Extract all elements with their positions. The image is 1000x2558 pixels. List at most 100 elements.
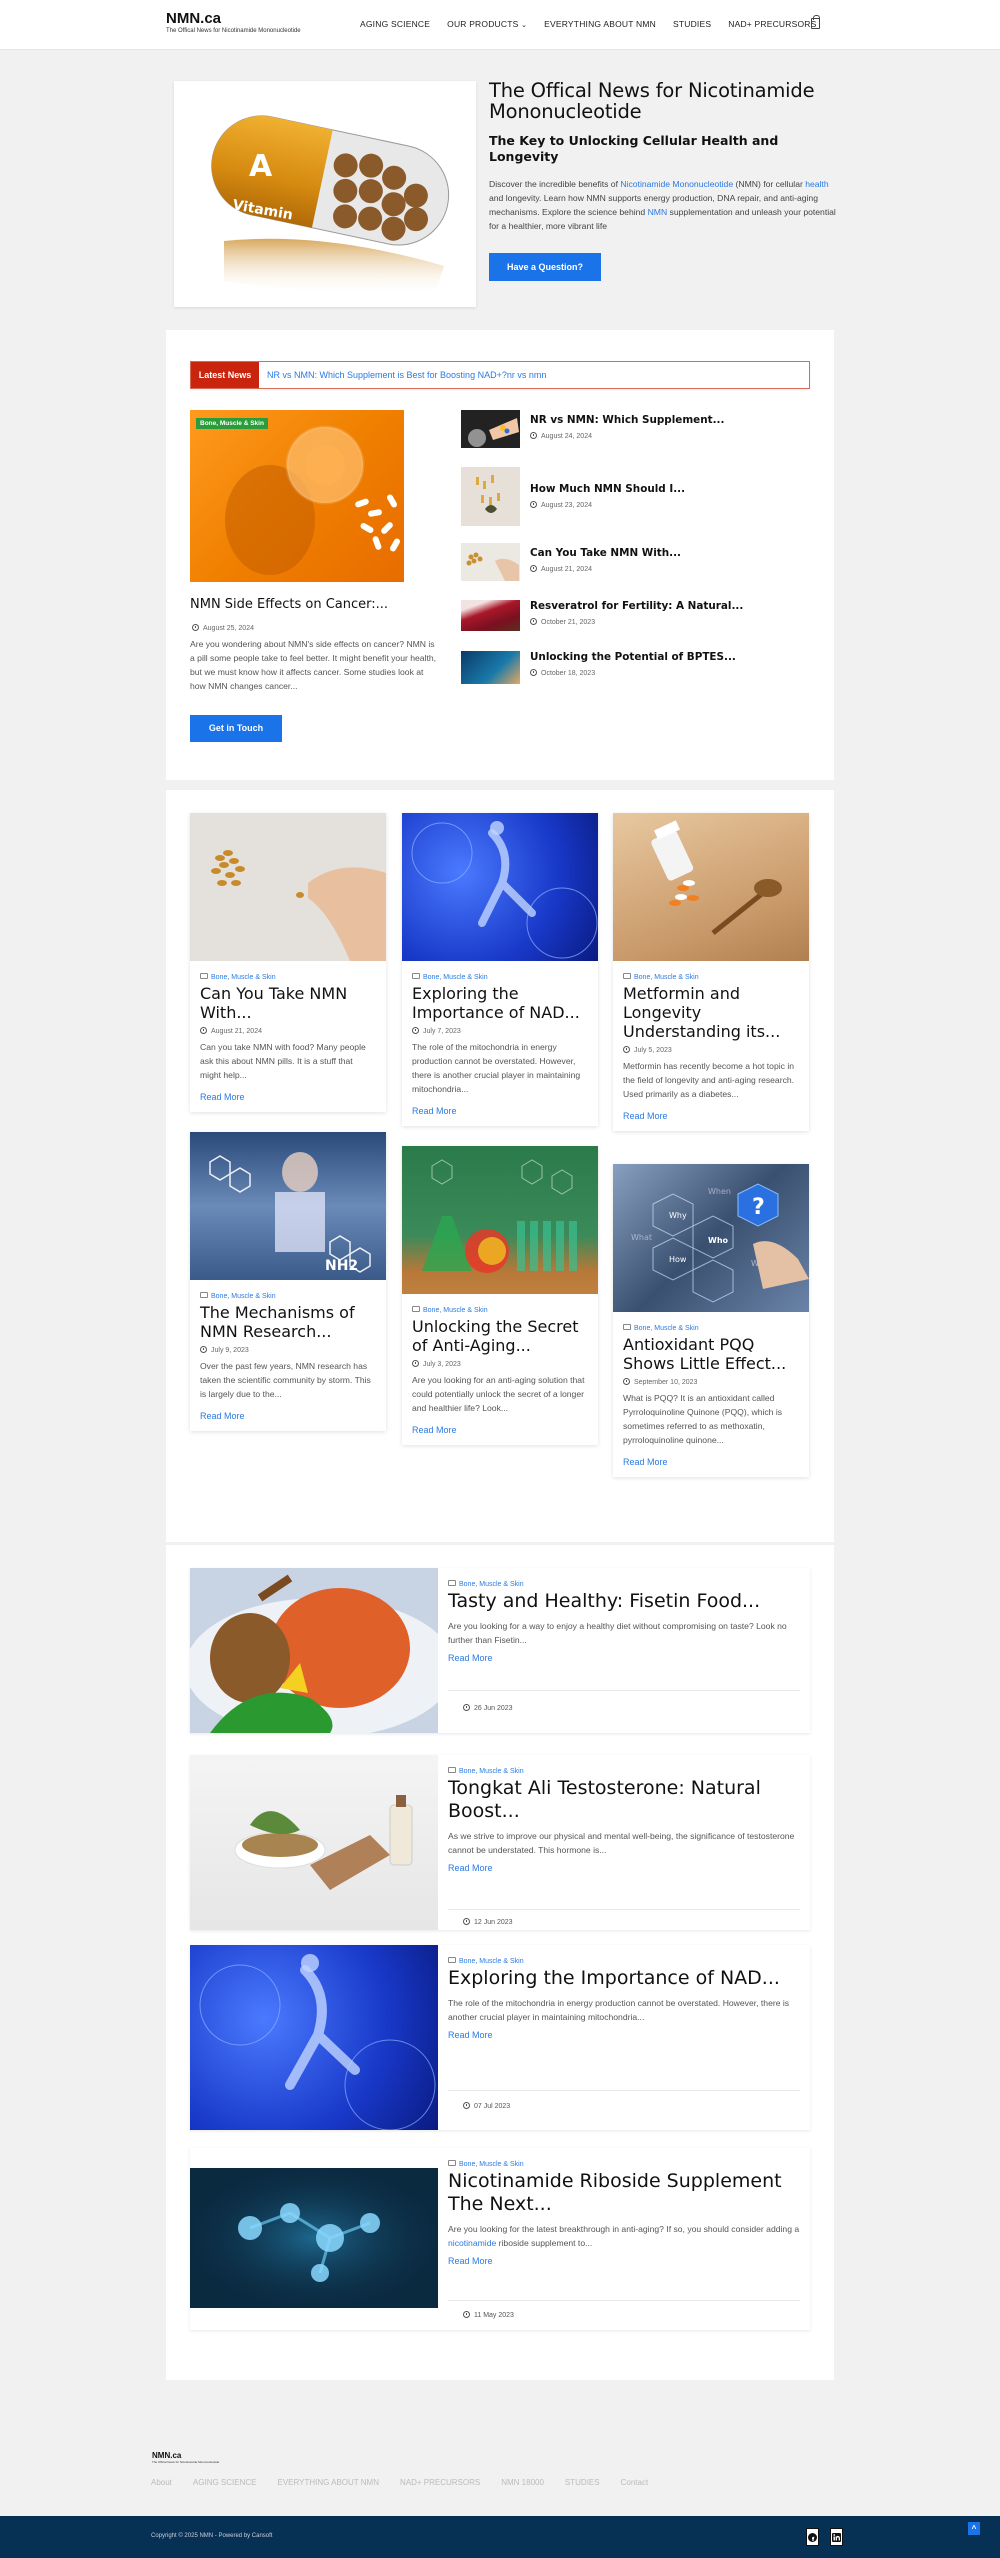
nav-nad-precursors[interactable]: NAD+ PRECURSORS	[728, 19, 816, 29]
clock-icon	[200, 1346, 207, 1353]
featured-title[interactable]: NMN Side Effects on Cancer:...	[190, 597, 388, 612]
post-image[interactable]	[190, 1755, 438, 1930]
read-more-link[interactable]: Read More	[448, 2256, 800, 2266]
post-title[interactable]: Exploring the Importance of NAD...	[448, 1967, 800, 1990]
read-more-link[interactable]: Read More	[448, 1653, 800, 1663]
have-a-question-button[interactable]: Have a Question?	[489, 253, 601, 281]
side-title: Unlocking the Potential of BPTES...	[530, 651, 736, 663]
read-more-link[interactable]: Read More	[448, 1863, 800, 1873]
nav-our-products[interactable]: OUR PRODUCTS ⌄	[447, 19, 527, 29]
read-more-link[interactable]: Read More	[448, 2030, 800, 2040]
clock-icon	[463, 2311, 470, 2318]
ticker-link[interactable]: NR vs NMN: Which Supplement is Best for …	[267, 370, 546, 380]
site-logo[interactable]: NMN.ca The Offical News for Nicotinamide…	[166, 11, 301, 35]
side-news-item[interactable]: Unlocking the Potential of BPTES... Octob…	[461, 651, 736, 684]
word-when: When	[708, 1187, 731, 1196]
clock-icon	[623, 1378, 630, 1385]
post-category[interactable]: Bone, Muscle & Skin	[200, 1292, 376, 1300]
side-news-item[interactable]: Can You Take NMN With... August 21, 2024	[461, 543, 681, 581]
footer-logo[interactable]: NMN.ca The Offical News for Nicotinamide…	[152, 2452, 219, 2465]
side-date: August 23, 2024	[530, 501, 685, 509]
footer-link-nad-precursors[interactable]: NAD+ PRECURSORS	[400, 2478, 480, 2487]
nav-aging-science[interactable]: AGING SCIENCE	[360, 19, 430, 29]
post-date-text: July 5, 2023	[634, 1047, 672, 1054]
post-date: 07 Jul 2023	[463, 2102, 510, 2110]
clock-icon	[530, 501, 537, 508]
get-in-touch-button[interactable]: Get in Touch	[190, 715, 282, 742]
linkedin-icon[interactable]	[830, 2528, 843, 2546]
post-image[interactable]: NH2	[190, 1132, 386, 1280]
post-category[interactable]: Bone, Muscle & Skin	[448, 1767, 800, 1775]
folder-icon	[200, 1292, 208, 1298]
featured-excerpt: Are you wondering about NMN's side effec…	[190, 639, 437, 691]
post-category[interactable]: Bone, Muscle & Skin	[623, 973, 799, 981]
post-image[interactable]	[190, 813, 386, 961]
folder-icon	[448, 1957, 456, 1963]
side-news-item[interactable]: Resveratrol for Fertility: A Natural... O…	[461, 600, 743, 631]
post-image[interactable]	[190, 1945, 438, 2130]
footer-link-contact[interactable]: Contact	[621, 2478, 649, 2487]
post-category-label: Bone, Muscle & Skin	[211, 1293, 276, 1300]
post-image[interactable]	[402, 813, 598, 961]
facebook-icon[interactable]	[806, 2528, 819, 2546]
category-badge[interactable]: Bone, Muscle & Skin	[196, 418, 268, 429]
post-category[interactable]: Bone, Muscle & Skin	[448, 1580, 800, 1588]
read-more-link[interactable]: Read More	[412, 1425, 588, 1435]
post-category[interactable]: Bone, Muscle & Skin	[623, 1324, 799, 1332]
post-title[interactable]: Metformin and Longevity Understanding it…	[623, 984, 799, 1041]
post-category[interactable]: Bone, Muscle & Skin	[200, 973, 376, 981]
side-date: August 21, 2024	[530, 565, 681, 573]
post-row: Bone, Muscle & Skin Nicotinamide Ribosid…	[190, 2148, 810, 2330]
post-title[interactable]: Tongkat Ali Testosterone: Natural Boost.…	[448, 1777, 800, 1823]
nav-everything-about-nmn[interactable]: EVERYTHING ABOUT NMN	[544, 19, 656, 29]
post-category[interactable]: Bone, Muscle & Skin	[448, 2160, 800, 2168]
read-more-link[interactable]: Read More	[623, 1457, 799, 1467]
side-thumb-image	[461, 651, 520, 684]
side-news-item[interactable]: NR vs NMN: Which Supplement... August 24,…	[461, 410, 724, 448]
post-title[interactable]: Exploring the Importance of NAD...	[412, 984, 588, 1022]
read-more-link[interactable]: Read More	[623, 1111, 799, 1121]
post-image[interactable]	[190, 2148, 438, 2330]
link-health[interactable]: health	[805, 179, 828, 189]
featured-date: August 25, 2024	[192, 624, 254, 632]
post-title[interactable]: The Mechanisms of NMN Research...	[200, 1303, 376, 1341]
post-category[interactable]: Bone, Muscle & Skin	[448, 1957, 800, 1965]
post-image[interactable]: ?WhyWhoHowWhatWhenWhere	[613, 1164, 809, 1312]
link-nicotinamide-mononucleotide[interactable]: Nicotinamide Mononucleotide	[620, 179, 733, 189]
post-category[interactable]: Bone, Muscle & Skin	[412, 973, 588, 981]
read-more-link[interactable]: Read More	[412, 1106, 588, 1116]
side-news-item[interactable]: How Much NMN Should I... August 23, 2024	[461, 467, 685, 526]
footer-link-everything-about-nmn[interactable]: EVERYTHING ABOUT NMN	[277, 2478, 379, 2487]
read-more-link[interactable]: Read More	[200, 1411, 376, 1421]
link-nicotinamide[interactable]: nicotinamide	[448, 2238, 496, 2248]
side-date: October 21, 2023	[530, 618, 743, 626]
excerpt-text-2: riboside supplement to...	[496, 2238, 593, 2248]
footer-link-about[interactable]: About	[151, 2478, 172, 2487]
post-category-label: Bone, Muscle & Skin	[423, 974, 488, 981]
nav-studies[interactable]: STUDIES	[673, 19, 711, 29]
post-category[interactable]: Bone, Muscle & Skin	[412, 1306, 588, 1314]
featured-image[interactable]: Bone, Muscle & Skin	[190, 410, 404, 582]
footer-link-nmn-18000[interactable]: NMN 18000	[501, 2478, 544, 2487]
post-image[interactable]	[190, 1568, 438, 1733]
link-nmn[interactable]: NMN	[648, 207, 668, 217]
footer-link-studies[interactable]: STUDIES	[565, 2478, 600, 2487]
shopping-bag-icon[interactable]	[811, 15, 820, 29]
post-excerpt: Metformin has recently become a hot topi…	[623, 1061, 795, 1099]
scroll-to-top-button[interactable]: ^	[968, 2522, 980, 2535]
post-title[interactable]: Unlocking the Secret of Anti-Aging...	[412, 1317, 588, 1355]
post-date-text: July 9, 2023	[211, 1347, 249, 1354]
post-image[interactable]	[402, 1146, 598, 1294]
hero-title: The Offical News for Nicotinamide Mononu…	[489, 79, 815, 123]
logo-subtitle: The Offical News for Nicotinamide Mononu…	[166, 28, 301, 34]
post-card: Bone, Muscle & Skin Can You Take NMN Wit…	[190, 813, 386, 1112]
post-card: ?WhyWhoHowWhatWhenWhere Bone, Muscle & S…	[613, 1164, 809, 1477]
post-title[interactable]: Can You Take NMN With...	[200, 984, 376, 1022]
read-more-link[interactable]: Read More	[200, 1092, 376, 1102]
post-title[interactable]: Antioxidant PQQ Shows Little Effect...	[623, 1335, 799, 1373]
post-card: Bone, Muscle & Skin Exploring the Import…	[402, 813, 598, 1126]
post-title[interactable]: Nicotinamide Riboside Supplement The Nex…	[448, 2170, 800, 2216]
footer-link-aging-science[interactable]: AGING SCIENCE	[193, 2478, 257, 2487]
post-title[interactable]: Tasty and Healthy: Fisetin Food...	[448, 1590, 800, 1613]
post-image[interactable]	[613, 813, 809, 961]
